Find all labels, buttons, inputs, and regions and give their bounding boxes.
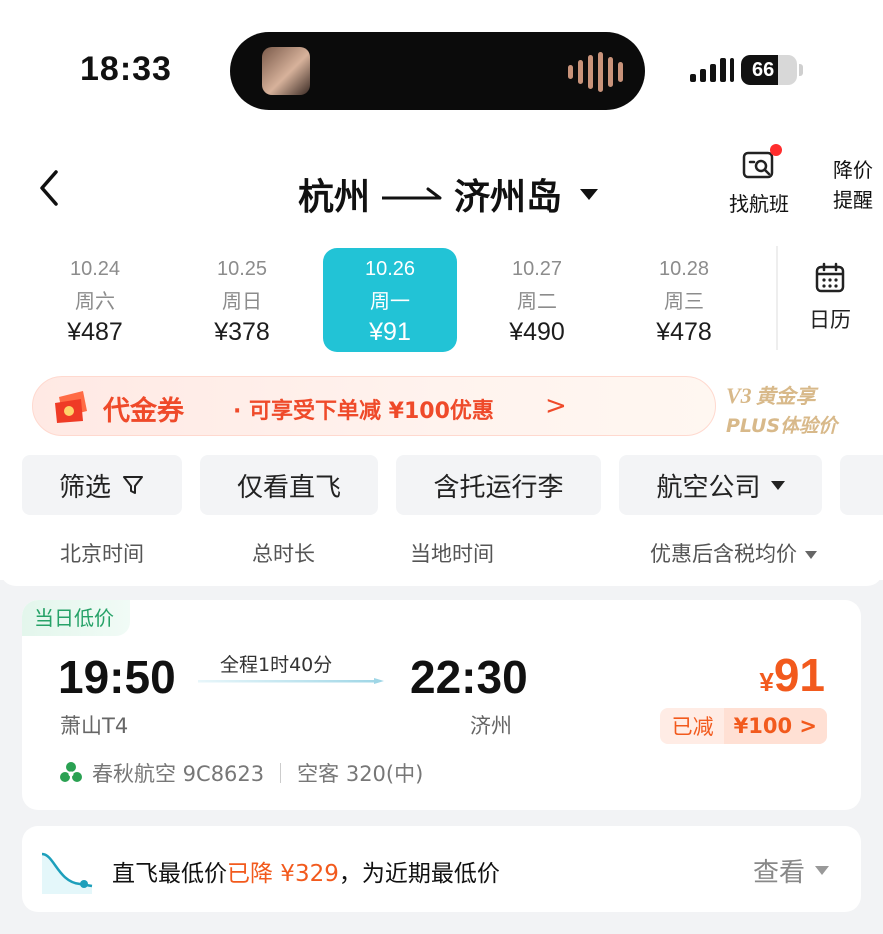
vip-level: V3	[726, 383, 752, 408]
date-tab-date: 10.25	[216, 258, 268, 280]
view-label: 查看	[752, 858, 805, 888]
airline-chip[interactable]: 航空公司	[619, 455, 822, 515]
with-baggage-chip[interactable]: 含托运行李	[396, 455, 601, 515]
date-tab-10-24[interactable]: 10.24 周六 ¥487	[28, 248, 162, 352]
coupon-banner[interactable]: 代金券 · 可享受下单减 ¥100优惠 >	[32, 376, 716, 436]
flight-card[interactable]: 当日低价 19:50 萧山T4 全程1时40分 22:30 济州 ¥91 已减 …	[22, 600, 861, 810]
coupon-icon	[55, 391, 87, 423]
date-tab-date: 10.27	[511, 258, 563, 280]
date-tab-10-25[interactable]: 10.25 周日 ¥378	[175, 248, 309, 352]
flight-price: ¥91	[759, 648, 825, 702]
divider	[280, 763, 282, 783]
date-tab-price: ¥378	[214, 318, 270, 346]
date-tab-weekday: 周六	[75, 289, 115, 313]
battery-icon: 66	[741, 55, 797, 85]
sort-local-time[interactable]: 当地时间	[410, 538, 494, 568]
airline-flight-number: 春秋航空 9C8623	[92, 762, 265, 786]
departure-airport: 萧山T4	[60, 714, 129, 738]
date-tab-date: 10.26	[364, 258, 416, 280]
filter-label: 筛选	[58, 472, 111, 503]
coupon-desc: · 可享受下单减 ¥100优惠	[233, 399, 494, 424]
price-drop-card[interactable]: 直飞最低价已降 ¥329，为近期最低价 查看	[22, 826, 861, 912]
price-value: 91	[773, 649, 825, 701]
date-tab-date: 10.28	[658, 258, 710, 280]
calendar-icon	[815, 262, 845, 293]
status-bar: 18:33 66	[0, 0, 883, 130]
date-tab-date: 10.24	[69, 258, 121, 280]
airline-info: 春秋航空 9C8623 空客 320(中)	[58, 758, 423, 788]
aircraft-type: 空客 320(中)	[297, 762, 424, 786]
date-tab-price: ¥487	[67, 318, 123, 346]
audio-wave-icon	[568, 52, 623, 92]
destination-city: 济州岛	[454, 177, 563, 218]
view-button[interactable]: 查看	[753, 852, 829, 889]
date-tab-price: ¥478	[656, 318, 712, 346]
promo-prefix: 直飞最低价	[112, 861, 227, 887]
find-flight-label: 找航班	[729, 192, 789, 216]
find-flight-button[interactable]: 找航班	[722, 144, 796, 217]
list-header-edge	[0, 566, 883, 586]
plus-title: 黄金享	[755, 384, 816, 408]
calendar-button[interactable]: 日历	[790, 262, 870, 334]
notification-dot	[770, 144, 782, 156]
filter-button[interactable]: 筛选	[22, 455, 182, 515]
battery-percent: 66	[752, 59, 775, 81]
coupon-title: 代金券	[103, 396, 184, 427]
arrival-time: 22:30	[410, 651, 528, 703]
route-title[interactable]: 杭州 济州岛	[298, 168, 599, 220]
price-alert-button[interactable]: 降价提醒	[828, 155, 878, 215]
signal-icon	[690, 58, 734, 82]
date-tab-price: ¥490	[509, 318, 565, 346]
promo-highlight: 已降 ¥329	[227, 861, 339, 887]
price-currency: ¥	[759, 667, 774, 697]
plus-subtitle: PLUS体验价	[726, 415, 838, 437]
status-time: 18:33	[80, 50, 172, 88]
date-divider	[776, 246, 778, 350]
battery-tip	[799, 64, 803, 76]
chevron-down-icon	[805, 551, 817, 559]
price-trend-icon	[41, 852, 93, 894]
chevron-down-icon	[580, 188, 599, 200]
chevron-right-icon: >	[545, 391, 567, 421]
departure-time: 19:50	[58, 651, 176, 703]
date-tab-weekday: 周三	[664, 289, 704, 313]
sort-beijing-time[interactable]: 北京时间	[60, 538, 144, 568]
airline-chip-label: 航空公司	[656, 472, 761, 503]
sort-price[interactable]: 优惠后含税均价	[650, 538, 817, 568]
direct-only-chip[interactable]: 仅看直飞	[200, 455, 378, 515]
date-tab-10-26[interactable]: 10.26 周一 ¥91	[323, 248, 457, 352]
sort-price-label: 优惠后含税均价	[650, 542, 797, 566]
promo-suffix: ，为近期最低价	[338, 861, 500, 887]
plus-price-badge[interactable]: V3 黄金享 PLUS体验价	[726, 380, 876, 438]
search-ticket-icon	[742, 144, 782, 180]
flight-duration: 全程1时40分	[220, 654, 333, 676]
funnel-icon	[123, 476, 143, 494]
origin-city: 杭州	[298, 177, 371, 218]
route-arrow-icon	[382, 187, 442, 200]
price-drop-text: 直飞最低价已降 ¥329，为近期最低价	[112, 854, 500, 888]
calendar-label: 日历	[809, 308, 851, 332]
date-tab-10-28[interactable]: 10.28 周三 ¥478	[617, 248, 751, 352]
more-filter-chip[interactable]	[840, 455, 883, 515]
date-tab-weekday: 周日	[222, 289, 262, 313]
duration-arrow-icon	[198, 678, 384, 684]
now-playing-artwork	[262, 47, 310, 95]
date-tab-price: ¥91	[369, 318, 411, 346]
discount-badge[interactable]: 已减 ¥100 >	[659, 708, 827, 744]
spring-airlines-logo-icon	[60, 762, 82, 782]
back-icon[interactable]	[30, 168, 70, 208]
date-tab-10-27[interactable]: 10.27 周二 ¥490	[470, 248, 604, 352]
arrival-airport: 济州	[470, 714, 512, 738]
discount-label: 已减	[671, 715, 714, 739]
date-tab-weekday: 周一	[370, 289, 410, 313]
chevron-down-icon	[815, 866, 829, 875]
sort-total-duration[interactable]: 总时长	[252, 538, 315, 568]
dynamic-island[interactable]	[230, 32, 645, 110]
lowest-price-badge: 当日低价	[22, 600, 130, 636]
date-tab-weekday: 周二	[517, 289, 557, 313]
discount-amount: ¥100 >	[723, 708, 827, 744]
chevron-down-icon	[770, 480, 785, 490]
